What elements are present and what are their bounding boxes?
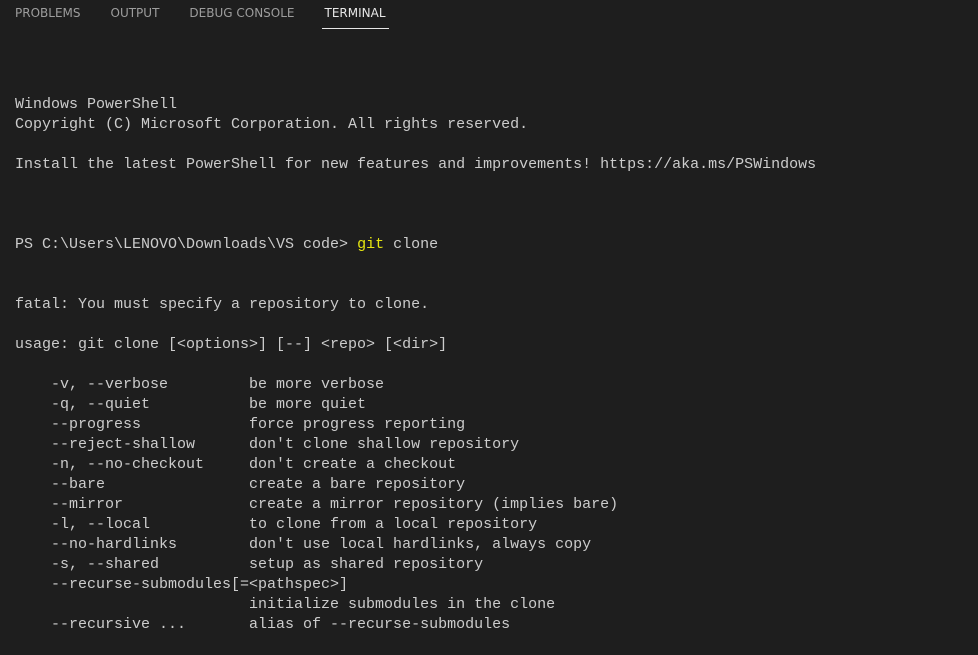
- terminal-line: Windows PowerShell: [15, 96, 178, 113]
- terminal-line: usage: git clone [<options>] [--] <repo>…: [15, 336, 448, 353]
- terminal-output[interactable]: Windows PowerShell Copyright (C) Microsof…: [15, 55, 816, 655]
- prompt-line: PS C:\Users\LENOVO\Downloads\VS code> gi…: [15, 235, 816, 255]
- command-args: clone: [384, 236, 439, 253]
- tab-output[interactable]: OUTPUT: [111, 0, 160, 28]
- panel-tabs: PROBLEMS OUTPUT DEBUG CONSOLE TERMINAL: [0, 0, 978, 35]
- terminal-line: --recursive ... alias of --recurse-submo…: [15, 616, 511, 633]
- command: git: [357, 236, 385, 253]
- terminal-line: fatal: You must specify a repository to …: [15, 296, 430, 313]
- terminal-line: --mirror create a mirror repository (imp…: [15, 496, 619, 513]
- terminal-line: --recurse-submodules[=<pathspec>]: [15, 576, 349, 593]
- terminal-line: --reject-shallow don't clone shallow rep…: [15, 436, 520, 453]
- terminal-line: initialize submodules in the clone: [15, 596, 556, 613]
- tab-problems[interactable]: PROBLEMS: [15, 0, 81, 28]
- terminal-line: -n, --no-checkout don't create a checkou…: [15, 456, 457, 473]
- tab-terminal[interactable]: TERMINAL: [321, 0, 389, 29]
- terminal-line: -l, --local to clone from a local reposi…: [15, 516, 538, 533]
- terminal-line: --bare create a bare repository: [15, 476, 466, 493]
- terminal-line: -v, --verbose be more verbose: [15, 376, 385, 393]
- terminal-line: --progress force progress reporting: [15, 416, 466, 433]
- tab-debug-console[interactable]: DEBUG CONSOLE: [189, 0, 294, 28]
- terminal-line: -q, --quiet be more quiet: [15, 396, 367, 413]
- terminal-line: -s, --shared setup as shared repository: [15, 556, 484, 573]
- prompt: PS C:\Users\LENOVO\Downloads\VS code>: [15, 236, 358, 253]
- terminal-line: Install the latest PowerShell for new fe…: [15, 156, 817, 173]
- terminal-line: --no-hardlinks don't use local hardlinks…: [15, 536, 592, 553]
- terminal-line: Copyright (C) Microsoft Corporation. All…: [15, 116, 529, 133]
